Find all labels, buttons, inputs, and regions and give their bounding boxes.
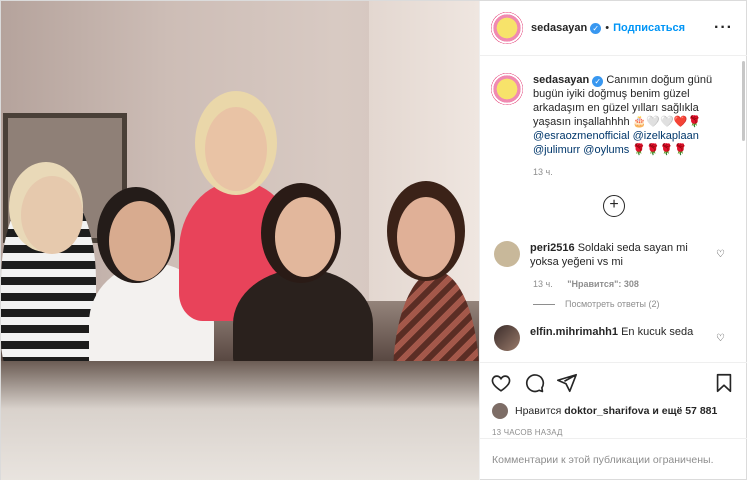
comment-icon[interactable] [523,372,547,396]
comment-text: elfin.mihrimahh1 En kucuk seda [530,325,705,351]
comments-scrollbar[interactable] [742,61,745,141]
photo-person-head [397,197,455,277]
caption-username[interactable]: sedasayan [533,74,589,86]
avatar[interactable] [494,241,520,267]
photo-person-head [21,176,83,254]
comment-meta: 13 ч. "Нравится": 308 [533,279,737,289]
post-time[interactable]: 13 часов назад [480,419,747,437]
likes-user[interactable]: doktor_sharifova [564,405,649,417]
photo-person-head [109,201,171,281]
verified-icon: ✓ [590,22,602,34]
likes-prefix: Нравится [515,405,562,417]
caption-text: sedasayan ✓ Canımın doğum günü bugün iyik… [533,73,737,157]
verified-icon: ✓ [592,76,604,87]
avatar[interactable] [492,403,508,419]
save-icon[interactable] [713,372,737,396]
avatar[interactable] [491,12,523,44]
post-actions: Нравится doktor_sharifova и ещё 57 881 1… [480,362,747,480]
heart-icon[interactable]: ♡ [716,249,725,260]
comment-text: peri2516 Soldaki seda sayan mi yoksa yeğ… [530,241,705,269]
photo-person-head [205,107,267,191]
post-header: sedasayan ✓ • Подписаться ··· [480,1,747,56]
photo-person-head [275,197,335,277]
share-icon[interactable] [556,372,580,396]
heart-icon[interactable] [490,372,514,396]
view-replies-button[interactable]: Посмотреть ответы (2) [533,299,737,309]
avatar[interactable] [494,325,520,351]
action-icons [480,363,747,397]
comment-username[interactable]: peri2516 [530,242,575,254]
add-comment-icon[interactable]: + [603,195,625,217]
heart-icon[interactable]: ♡ [716,333,725,344]
post-sidebar: sedasayan ✓ • Подписаться ··· sedasayan ✓… [479,1,747,480]
separator-dot: • [605,22,610,34]
instagram-post-modal: sedasayan ✓ • Подписаться ··· sedasayan ✓… [0,0,747,480]
comment-username[interactable]: elfin.mihrimahh1 [530,326,618,338]
comment-item: peri2516 Soldaki seda sayan mi yoksa yeğ… [491,241,737,269]
likes-count[interactable]: и ещё 57 881 [652,405,717,417]
avatar[interactable] [491,73,523,105]
comment-body: En kucuk seda [621,326,694,338]
view-replies-label[interactable]: Посмотреть ответы (2) [565,299,660,309]
caption-mentions-suffix: 🌹🌹🌹🌹 [632,144,688,156]
post-username[interactable]: sedasayan [531,22,587,34]
comment-likes[interactable]: "Нравится": 308 [567,279,639,289]
caption-time[interactable]: 13 ч. [533,167,737,177]
likes-row: Нравится doktor_sharifova и ещё 57 881 [480,397,747,419]
photo-dinner-table [1,361,479,480]
comments-limited-notice: Комментарии к этой публикации ограничены… [480,438,747,480]
comment-time[interactable]: 13 ч. [533,279,553,289]
comments-area[interactable]: sedasayan ✓ Canımın doğum günü bugün iyik… [480,57,747,361]
comment-item: elfin.mihrimahh1 En kucuk seda ♡ [491,325,737,351]
replies-line [533,303,555,305]
more-icon[interactable]: ··· [714,19,733,37]
follow-button[interactable]: Подписаться [613,22,685,34]
caption: sedasayan ✓ Canımın doğum günü bugün iyik… [491,73,737,157]
post-photo[interactable] [1,1,479,480]
